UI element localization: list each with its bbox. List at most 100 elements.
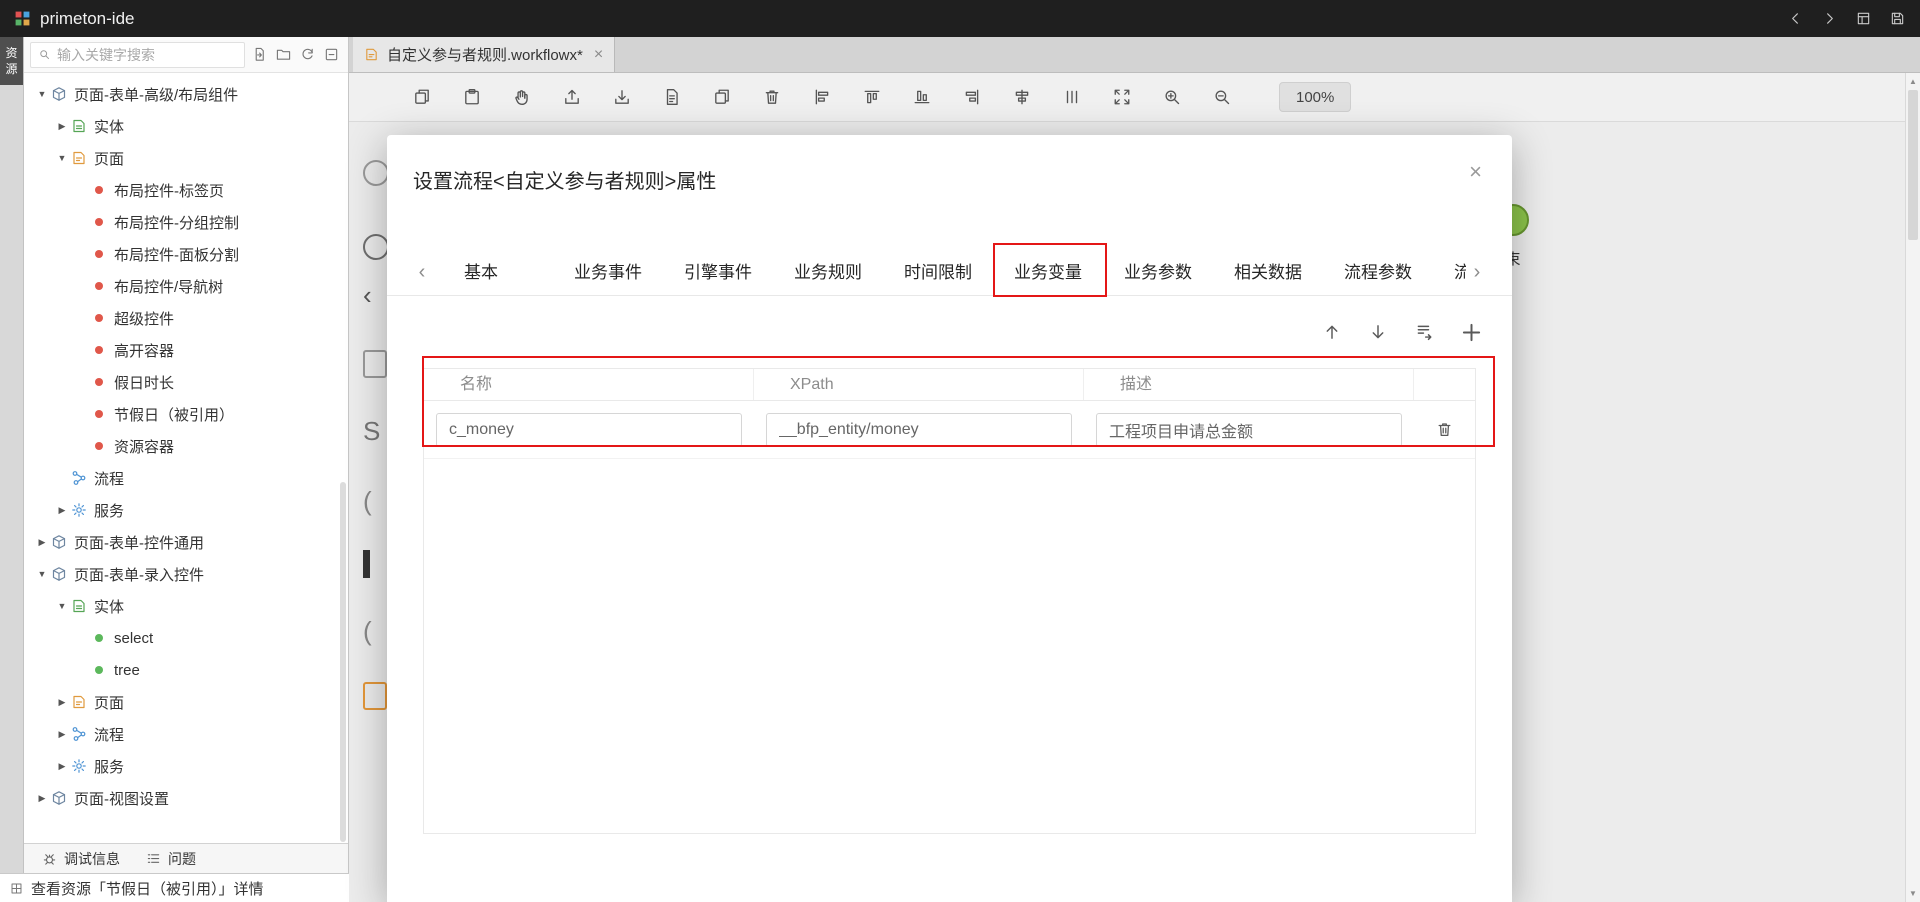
dialog-tab-基本[interactable]: 基本 xyxy=(443,250,519,296)
tree-item[interactable]: 高开容器 xyxy=(24,334,348,366)
editor-tab-workflow[interactable]: 自定义参与者规则.workflowx* × xyxy=(353,37,615,72)
expand-icon[interactable]: ▶ xyxy=(54,505,70,516)
duplicate-icon[interactable] xyxy=(713,88,731,106)
tree-item[interactable]: ▼页面-表单-高级/布局组件 xyxy=(24,78,348,110)
palette-node[interactable]: ( xyxy=(363,488,372,514)
tree-item[interactable]: 布局控件/导航树 xyxy=(24,270,348,302)
tree-item[interactable]: 布局控件-面板分割 xyxy=(24,238,348,270)
expand-icon[interactable]: ▶ xyxy=(54,121,70,132)
palette-node[interactable]: S xyxy=(363,418,380,444)
save-icon[interactable] xyxy=(1888,10,1906,28)
forward-icon[interactable] xyxy=(1820,10,1838,28)
palette-node[interactable]: ‹ xyxy=(363,282,372,308)
dialog-tab-业务规则[interactable]: 业务规则 xyxy=(773,250,883,296)
xpath-input[interactable] xyxy=(766,413,1072,447)
dialog-tab-时间限制[interactable]: 时间限制 xyxy=(883,250,993,296)
collapse-icon[interactable]: ▼ xyxy=(54,601,70,611)
tree-item[interactable]: ▼页面-表单-录入控件 xyxy=(24,558,348,590)
distribute-vertical-icon[interactable] xyxy=(1063,88,1081,106)
export-icon[interactable] xyxy=(563,88,581,106)
move-down-icon[interactable] xyxy=(1369,323,1387,341)
align-center-icon[interactable] xyxy=(1013,88,1031,106)
bottom-bar-problems[interactable]: 问题 xyxy=(146,849,196,869)
tree-item[interactable]: ▼实体 xyxy=(24,590,348,622)
delete-icon[interactable] xyxy=(763,88,781,106)
download-icon[interactable] xyxy=(613,88,631,106)
name-input[interactable] xyxy=(436,413,742,447)
locate-icon[interactable] xyxy=(249,44,270,65)
back-icon[interactable] xyxy=(1786,10,1804,28)
tree-item[interactable]: 流程 xyxy=(24,462,348,494)
tabs-scroll-right-icon[interactable]: › xyxy=(1466,261,1488,284)
scroll-up-icon[interactable]: ▲ xyxy=(1906,77,1920,86)
expand-icon[interactable]: ▶ xyxy=(54,697,70,708)
tree-item[interactable]: ▶流程 xyxy=(24,718,348,750)
tabs-scroll-left-icon[interactable]: ‹ xyxy=(411,261,433,284)
palette-node[interactable] xyxy=(363,350,387,378)
tree-item[interactable]: 节假日（被引用） xyxy=(24,398,348,430)
canvas-scrollbar[interactable]: ▲ ▼ xyxy=(1905,73,1920,902)
expand-icon[interactable]: ▶ xyxy=(54,729,70,740)
resources-panel-tab[interactable]: 资源 xyxy=(0,37,23,85)
document-icon[interactable] xyxy=(663,88,681,106)
collapse-icon[interactable]: ▼ xyxy=(34,89,50,99)
expand-icon[interactable]: ▶ xyxy=(34,793,50,804)
collapse-icon[interactable]: ▼ xyxy=(54,153,70,163)
collapse-all-icon[interactable] xyxy=(321,44,342,65)
canvas-scrollbar-thumb[interactable] xyxy=(1908,90,1918,240)
dialog-tab-引擎事件[interactable]: 引擎事件 xyxy=(663,250,773,296)
paste-icon[interactable] xyxy=(463,88,481,106)
dialog-tab-相关数据[interactable]: 相关数据 xyxy=(1213,250,1323,296)
tree-item[interactable]: ▶页面-表单-控件通用 xyxy=(24,526,348,558)
expand-icon[interactable]: ▶ xyxy=(54,761,70,772)
scroll-down-icon[interactable]: ▼ xyxy=(1906,889,1920,898)
align-right-icon[interactable] xyxy=(963,88,981,106)
dialog-tab-流[interactable]: 流 xyxy=(1433,250,1466,296)
collapse-icon[interactable]: ▼ xyxy=(34,569,50,579)
expand-icon[interactable]: ▶ xyxy=(34,537,50,548)
hand-icon[interactable] xyxy=(513,88,531,106)
zoom-out-icon[interactable] xyxy=(1213,88,1231,106)
tree-item[interactable]: ▶服务 xyxy=(24,750,348,782)
tree-item[interactable]: ▼页面 xyxy=(24,142,348,174)
zoom-in-icon[interactable] xyxy=(1163,88,1181,106)
move-up-icon[interactable] xyxy=(1323,323,1341,341)
tree-item[interactable]: tree xyxy=(24,654,348,686)
tree-item[interactable]: ▶服务 xyxy=(24,494,348,526)
palette-node[interactable]: ( xyxy=(363,618,372,644)
palette-node[interactable] xyxy=(363,160,389,186)
delete-row-icon[interactable] xyxy=(1436,421,1453,438)
tree-item[interactable]: 超级控件 xyxy=(24,302,348,334)
palette-node[interactable] xyxy=(363,682,387,710)
align-top-icon[interactable] xyxy=(863,88,881,106)
fit-screen-icon[interactable] xyxy=(1113,88,1131,106)
bottom-bar-debug-info[interactable]: 调试信息 xyxy=(42,849,120,869)
tree-item[interactable]: select xyxy=(24,622,348,654)
tree-item[interactable]: 资源容器 xyxy=(24,430,348,462)
dialog-tab-业务变量-active[interactable]: 业务变量 xyxy=(993,250,1103,296)
palette-node[interactable] xyxy=(363,234,389,260)
tree-item[interactable]: 布局控件-分组控制 xyxy=(24,206,348,238)
dialog-tab-业务事件[interactable]: 业务事件 xyxy=(553,250,663,296)
sidebar-scrollbar-thumb[interactable] xyxy=(340,482,346,842)
tree-item[interactable]: ▶页面 xyxy=(24,686,348,718)
desc-input[interactable] xyxy=(1096,413,1402,447)
dialog-close-icon[interactable]: × xyxy=(1469,161,1482,183)
add-variable-button[interactable] xyxy=(1461,322,1482,343)
dialog-tab-业务参数[interactable]: 业务参数 xyxy=(1103,250,1213,296)
zoom-level-button[interactable]: 100% xyxy=(1279,82,1351,112)
align-bottom-icon[interactable] xyxy=(913,88,931,106)
align-left-icon[interactable] xyxy=(813,88,831,106)
palette-node[interactable] xyxy=(363,550,370,578)
copy-icon[interactable] xyxy=(413,88,431,106)
tree-item[interactable]: ▶实体 xyxy=(24,110,348,142)
tab-close-icon[interactable]: × xyxy=(594,47,603,63)
dialog-tab-流程参数[interactable]: 流程参数 xyxy=(1323,250,1433,296)
copy-rows-icon[interactable] xyxy=(1415,323,1433,341)
folder-icon[interactable] xyxy=(273,44,294,65)
tree-item[interactable]: 假日时长 xyxy=(24,366,348,398)
search-input[interactable]: 输入关键字搜索 xyxy=(30,42,245,68)
tree-item[interactable]: ▶页面-视图设置 xyxy=(24,782,348,814)
tree-item[interactable]: 布局控件-标签页 xyxy=(24,174,348,206)
refresh-icon[interactable] xyxy=(297,44,318,65)
